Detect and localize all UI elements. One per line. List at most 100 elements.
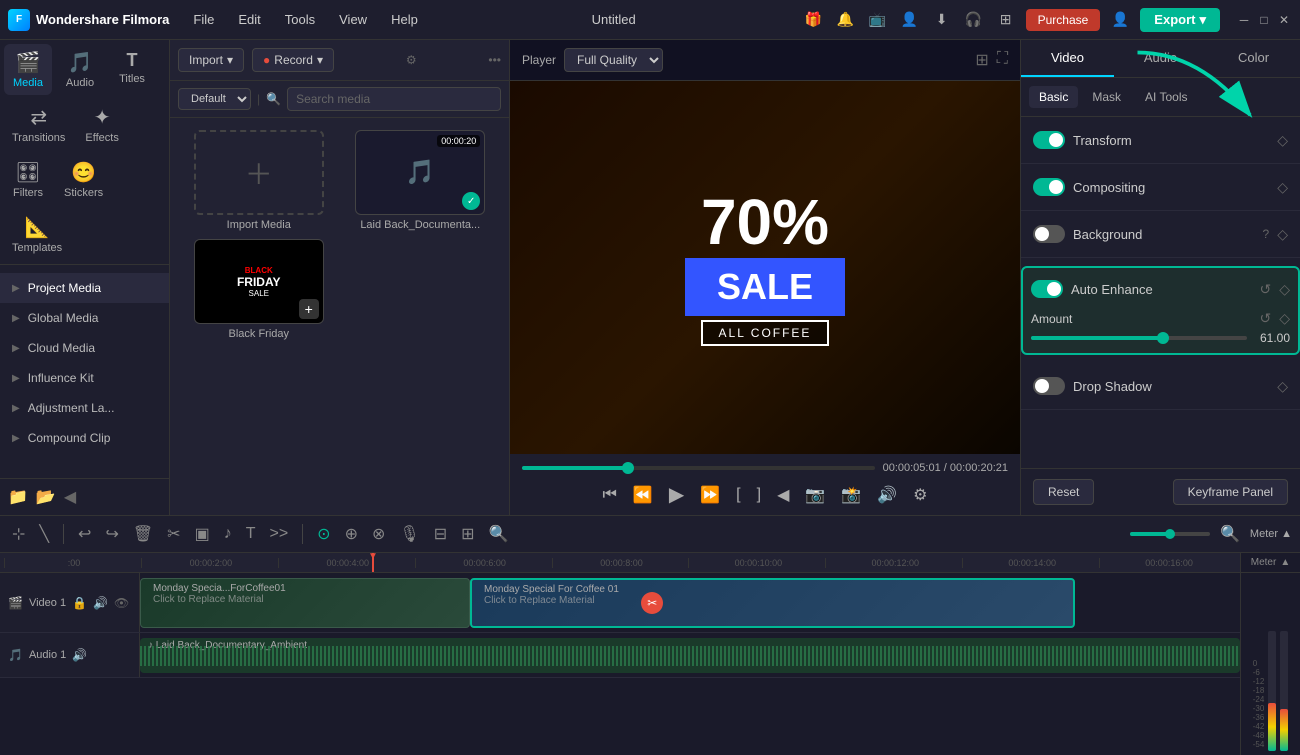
minimize-button[interactable]: ─ — [1236, 12, 1252, 28]
menu-edit[interactable]: Edit — [230, 8, 268, 31]
snapshot-button[interactable]: 📸 — [841, 485, 861, 505]
text-icon[interactable]: T — [242, 523, 260, 545]
trim-icon[interactable]: ▣ — [191, 522, 214, 546]
tab-audio[interactable]: Audio — [1114, 40, 1207, 77]
eye-icon[interactable]: 👁 — [114, 596, 129, 610]
record-button[interactable]: ● Record ▾ — [252, 48, 334, 72]
video-clip-2[interactable]: ✂ Monday Special For Coffee 01 Click to … — [470, 578, 1075, 628]
grid-icon[interactable]: ⊞ — [994, 8, 1018, 32]
split-icon[interactable]: ⊟ — [430, 522, 451, 546]
close-button[interactable]: ✕ — [1276, 12, 1292, 28]
import-media-item[interactable]: ＋ Import Media — [182, 130, 336, 231]
purchase-button[interactable]: Purchase — [1026, 9, 1101, 31]
sidebar-item-adjustment[interactable]: ▶ Adjustment La... — [0, 393, 169, 423]
zoom-track[interactable] — [1130, 532, 1210, 536]
video-clip-1[interactable]: Monday Specia...ForCoffee01 Click to Rep… — [140, 578, 470, 628]
menu-view[interactable]: View — [331, 8, 375, 31]
menu-file[interactable]: File — [185, 8, 222, 31]
keyframe-panel-button[interactable]: Keyframe Panel — [1173, 479, 1288, 505]
progress-bar[interactable]: 00:00:05:01 / 00:00:20:21 — [522, 462, 1008, 474]
maximize-button[interactable]: □ — [1256, 12, 1272, 28]
quality-select[interactable]: Full Quality — [564, 48, 663, 72]
laid-back-item[interactable]: 00:00:20 🎵 ✓ Laid Back_Documenta... — [344, 130, 498, 231]
amount-diamond-icon[interactable]: ◇ — [1279, 310, 1290, 327]
black-friday-thumb[interactable]: BLACK FRIDAY SALE + — [194, 239, 324, 324]
fullscreen-icon[interactable]: ⛶ — [997, 50, 1008, 70]
new-folder-icon[interactable]: 📂 — [36, 487, 56, 507]
mute-icon[interactable]: 🔊 — [93, 596, 108, 610]
sidebar-tab-audio[interactable]: 🎵 Audio — [56, 44, 104, 95]
audio-clip-1[interactable]: ♪ Laid Back_Documentary_Ambient — [140, 638, 1240, 673]
subtab-mask[interactable]: Mask — [1082, 86, 1131, 108]
lock-icon[interactable]: 🔒 — [72, 596, 87, 610]
more-icon[interactable]: ••• — [488, 53, 501, 67]
tab-video[interactable]: Video — [1021, 40, 1114, 77]
sidebar-tab-templates[interactable]: 📐 Templates — [4, 209, 70, 260]
add-folder-icon[interactable]: 📁 — [8, 487, 28, 507]
playhead[interactable] — [372, 553, 374, 572]
mark-out-button[interactable]: ] — [757, 486, 761, 504]
monitor-icon[interactable]: 📺 — [866, 8, 890, 32]
sidebar-item-project-media[interactable]: ▶ Project Media — [0, 273, 169, 303]
amount-reset-icon[interactable]: ↺ — [1259, 310, 1271, 327]
more-tools-icon[interactable]: >> — [265, 523, 292, 545]
export-button[interactable]: Export ▾ — [1140, 8, 1220, 32]
sidebar-tab-filters[interactable]: 🎛 Filters — [4, 154, 52, 205]
settings-ctrl-button[interactable]: ⚙ — [913, 485, 927, 505]
mark-in-button[interactable]: [ — [736, 486, 740, 504]
sidebar-tab-media[interactable]: 🎬 Media — [4, 44, 52, 95]
undo-icon[interactable]: ↩ — [74, 522, 95, 546]
tab-color[interactable]: Color — [1207, 40, 1300, 77]
voice-icon[interactable]: 🎙 — [395, 522, 423, 546]
sidebar-item-cloud-media[interactable]: ▶ Cloud Media — [0, 333, 169, 363]
avatar-icon[interactable]: 👤 — [1108, 8, 1132, 32]
sidebar-item-influence-kit[interactable]: ▶ Influence Kit — [0, 363, 169, 393]
sidebar-tab-titles[interactable]: T Titles — [108, 44, 156, 95]
camera-button[interactable]: 📷 — [805, 485, 825, 505]
audio-icon[interactable]: ♪ — [220, 523, 236, 545]
grid-view-icon[interactable]: ⊞ — [975, 50, 988, 70]
auto-enhance-toggle[interactable] — [1031, 280, 1063, 298]
add-to-timeline-button[interactable]: + — [299, 299, 319, 319]
download-icon[interactable]: ⬇ — [930, 8, 954, 32]
meter-label[interactable]: Meter ▲ — [1250, 528, 1292, 540]
menu-help[interactable]: Help — [383, 8, 426, 31]
background-toggle[interactable] — [1033, 225, 1065, 243]
laid-back-thumb[interactable]: 00:00:20 🎵 ✓ — [355, 130, 485, 215]
delete-icon[interactable]: 🗑 — [129, 522, 157, 546]
transform-expand-icon[interactable]: ◇ — [1277, 132, 1288, 149]
pip-icon[interactable]: ⊞ — [457, 522, 478, 546]
background-expand-icon[interactable]: ◇ — [1277, 226, 1288, 243]
amount-slider[interactable] — [1031, 336, 1247, 340]
cut-icon[interactable]: ✂ — [163, 522, 184, 546]
user-icon[interactable]: 👤 — [898, 8, 922, 32]
link-icon[interactable]: ⊗ — [368, 522, 389, 546]
bell-icon[interactable]: 🔔 — [834, 8, 858, 32]
search-input[interactable] — [287, 87, 501, 111]
audio-button[interactable]: ◀ — [777, 485, 789, 505]
sidebar-item-global-media[interactable]: ▶ Global Media — [0, 303, 169, 333]
compositing-toggle[interactable] — [1033, 178, 1065, 196]
drop-shadow-toggle[interactable] — [1033, 377, 1065, 395]
sidebar-tab-transitions[interactable]: ⇄ Transitions — [4, 99, 73, 150]
skip-back-button[interactable]: ⏮ — [603, 486, 617, 504]
step-back-button[interactable]: ⏪ — [633, 485, 653, 505]
gift-icon[interactable]: 🎁 — [802, 8, 826, 32]
snap-icon[interactable]: ⊙ — [313, 522, 334, 546]
sidebar-tab-effects[interactable]: ✦ Effects — [77, 99, 126, 150]
menu-tools[interactable]: Tools — [277, 8, 323, 31]
redo-icon[interactable]: ↪ — [101, 522, 122, 546]
import-button[interactable]: Import ▾ — [178, 48, 244, 72]
volume-button[interactable]: 🔊 — [877, 485, 897, 505]
compositing-expand-icon[interactable]: ◇ — [1277, 179, 1288, 196]
background-help-icon[interactable]: ? — [1263, 227, 1270, 241]
import-thumb[interactable]: ＋ — [194, 130, 324, 215]
timeline-select-icon[interactable]: ⊹ — [8, 522, 29, 546]
auto-enhance-expand-icon[interactable]: ◇ — [1279, 281, 1290, 298]
transform-toggle[interactable] — [1033, 131, 1065, 149]
black-friday-item[interactable]: BLACK FRIDAY SALE + Black Friday — [182, 239, 336, 340]
audio-track-body[interactable]: ♪ Laid Back_Documentary_Ambient — [140, 633, 1240, 677]
auto-enhance-reset-icon[interactable]: ↺ — [1259, 281, 1271, 298]
reset-button[interactable]: Reset — [1033, 479, 1094, 505]
filter-icon[interactable]: ⚙ — [406, 53, 417, 67]
